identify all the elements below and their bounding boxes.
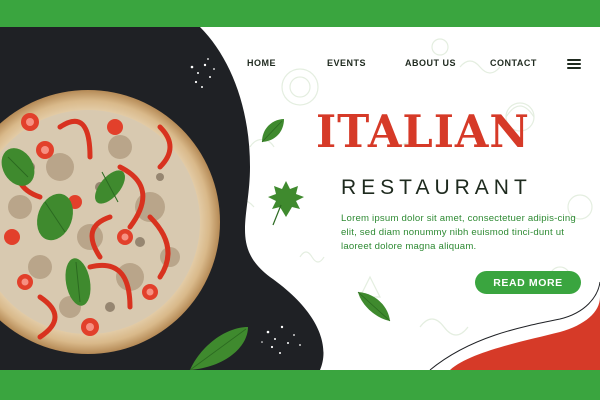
hamburger-menu-icon[interactable] bbox=[567, 59, 581, 69]
nav-link-contact[interactable]: CONTACT bbox=[490, 58, 537, 68]
nav-link-events[interactable]: EVENTS bbox=[327, 58, 366, 68]
parsley-leaf-icon bbox=[268, 181, 304, 226]
basil-leaf-icon bbox=[357, 291, 391, 322]
nav-link-home[interactable]: HOME bbox=[247, 58, 276, 68]
hero-title: ITALIAN bbox=[316, 105, 530, 158]
hero-subtitle: RESTAURANT bbox=[341, 176, 532, 199]
nav-link-about-us[interactable]: ABOUT US bbox=[405, 58, 456, 68]
basil-leaf-icon bbox=[261, 119, 284, 143]
read-more-button[interactable]: READ MORE bbox=[475, 271, 581, 294]
basil-leaf-icon bbox=[189, 327, 248, 370]
landing-page: HOME EVENTS ABOUT US CONTACT ITALIAN RES… bbox=[0, 27, 600, 370]
hero-description: Lorem ipsum dolor sit amet, consectetuer… bbox=[341, 213, 576, 252]
